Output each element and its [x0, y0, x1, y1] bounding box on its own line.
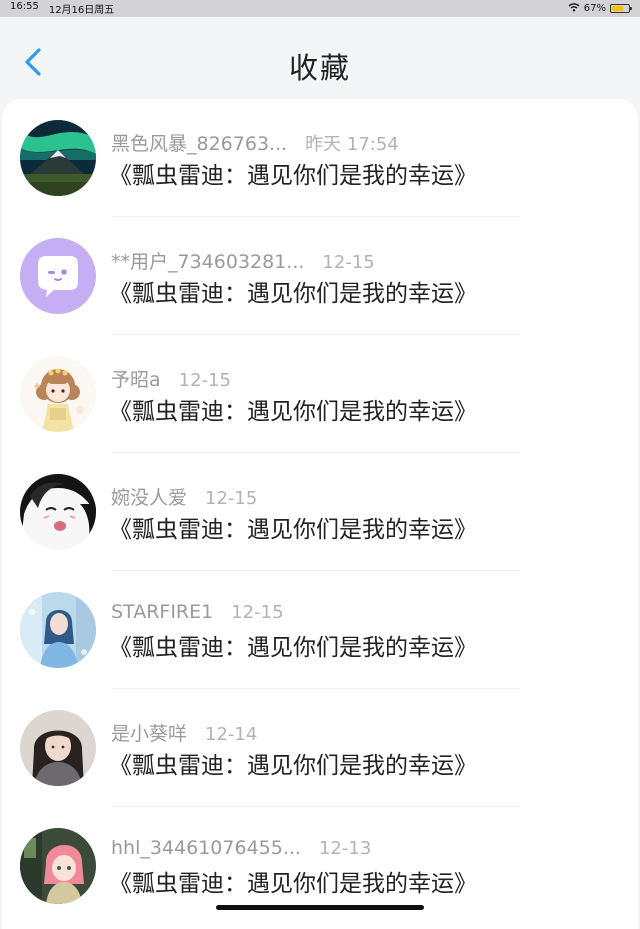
item-title: 《瓢虫雷迪：遇见你们是我的幸运》 — [109, 635, 477, 661]
battery-percent: 67% — [583, 3, 606, 14]
status-bar: 16:55 12月16日周五 67% — [0, 0, 640, 17]
item-username: 予昭a — [111, 369, 161, 391]
item-title: 《瓢虫雷迪：遇见你们是我的幸运》 — [109, 753, 477, 779]
wifi-icon — [568, 2, 580, 15]
item-username: **用户_734603281... — [111, 251, 305, 273]
item-username: 婉没人爱 — [111, 487, 188, 509]
cartoon-girl-avatar — [20, 356, 96, 432]
chat-bubble-avatar — [20, 238, 96, 314]
home-indicator[interactable] — [216, 905, 424, 910]
photo-portrait-avatar — [20, 710, 96, 786]
item-time: 12-15 — [178, 370, 231, 391]
item-username: STARFIRE1 — [111, 601, 214, 623]
item-title: 《瓢虫雷迪：遇见你们是我的幸运》 — [109, 281, 477, 307]
status-time: 16:55 — [10, 1, 39, 12]
list-item[interactable]: 予昭a 12-15 《瓢虫雷迪：遇见你们是我的幸运》 — [2, 335, 638, 453]
item-time: 12-15 — [231, 602, 284, 623]
page-title: 收藏 — [288, 51, 351, 85]
list-item[interactable]: 婉没人爱 12-15 《瓢虫雷迪：遇见你们是我的幸运》 — [2, 453, 638, 571]
item-username: 是小葵咩 — [111, 723, 188, 745]
list-item[interactable]: 黑色风暴_826763... 昨天 17:54 《瓢虫雷迪：遇见你们是我的幸运》 — [2, 99, 638, 217]
favorites-list: 黑色风暴_826763... 昨天 17:54 《瓢虫雷迪：遇见你们是我的幸运》… — [2, 99, 638, 929]
item-username: 黑色风暴_826763... — [111, 133, 288, 155]
battery-fill — [612, 6, 623, 11]
item-title: 《瓢虫雷迪：遇见你们是我的幸运》 — [109, 163, 477, 189]
aurora-mountain-avatar — [20, 120, 96, 196]
item-title: 《瓢虫雷迪：遇见你们是我的幸运》 — [109, 517, 477, 543]
item-time: 12-14 — [205, 724, 258, 745]
list-item[interactable]: 是小葵咩 12-14 《瓢虫雷迪：遇见你们是我的幸运》 — [2, 689, 638, 807]
item-title: 《瓢虫雷迪：遇见你们是我的幸运》 — [109, 399, 477, 425]
item-time: 12-13 — [318, 838, 372, 859]
blue-portrait-avatar — [20, 592, 96, 668]
list-item[interactable]: **用户_734603281... 12-15 《瓢虫雷迪：遇见你们是我的幸运》 — [2, 217, 638, 335]
nav-bar: 收藏 — [0, 17, 640, 97]
item-time: 昨天 17:54 — [305, 134, 399, 155]
item-title: 《瓢虫雷迪：遇见你们是我的幸运》 — [109, 871, 477, 897]
list-item[interactable]: STARFIRE1 12-15 《瓢虫雷迪：遇见你们是我的幸运》 — [2, 571, 638, 689]
item-time: 12-15 — [322, 252, 375, 273]
pink-hair-avatar — [20, 828, 96, 904]
item-time: 12-15 — [205, 488, 258, 509]
anime-face-avatar — [20, 474, 96, 550]
item-username: hhl_34461076455... — [111, 837, 301, 859]
battery-icon — [610, 4, 632, 13]
status-date: 12月16日周五 — [48, 5, 115, 16]
